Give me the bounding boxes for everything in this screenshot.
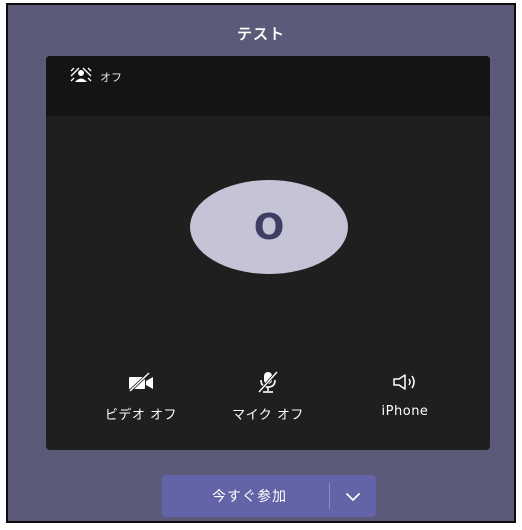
mic-toggle-button[interactable]: マイク オフ [213, 368, 323, 423]
video-toggle-button[interactable]: ビデオ オフ [86, 368, 196, 423]
background-effects-toggle[interactable]: オフ [70, 67, 122, 87]
join-options-dropdown[interactable] [330, 475, 376, 517]
background-toggle-label: オフ [100, 71, 122, 84]
video-preview: オフ O ビデオ オフ マイク オフ iPhone [46, 56, 490, 450]
mic-off-icon [213, 368, 323, 396]
join-now-button[interactable]: 今すぐ参加 [162, 475, 329, 517]
video-toggle-label: ビデオ オフ [104, 408, 178, 423]
speaker-label: iPhone [381, 404, 429, 419]
speaker-button[interactable]: iPhone [350, 368, 460, 419]
avatar-initial: O [253, 206, 285, 248]
meeting-prejoin-screen: テスト オフ O ビデオ オフ マイク オフ iPhone 今すぐ参加 [6, 3, 516, 523]
speaker-icon [350, 368, 460, 396]
background-blur-icon [70, 67, 92, 87]
meeting-title: テスト [236, 25, 285, 43]
join-button-group: 今すぐ参加 [162, 475, 376, 517]
mic-toggle-label: マイク オフ [232, 408, 304, 423]
video-off-icon [86, 368, 196, 396]
chevron-down-icon [345, 487, 361, 506]
avatar: O [190, 180, 348, 274]
